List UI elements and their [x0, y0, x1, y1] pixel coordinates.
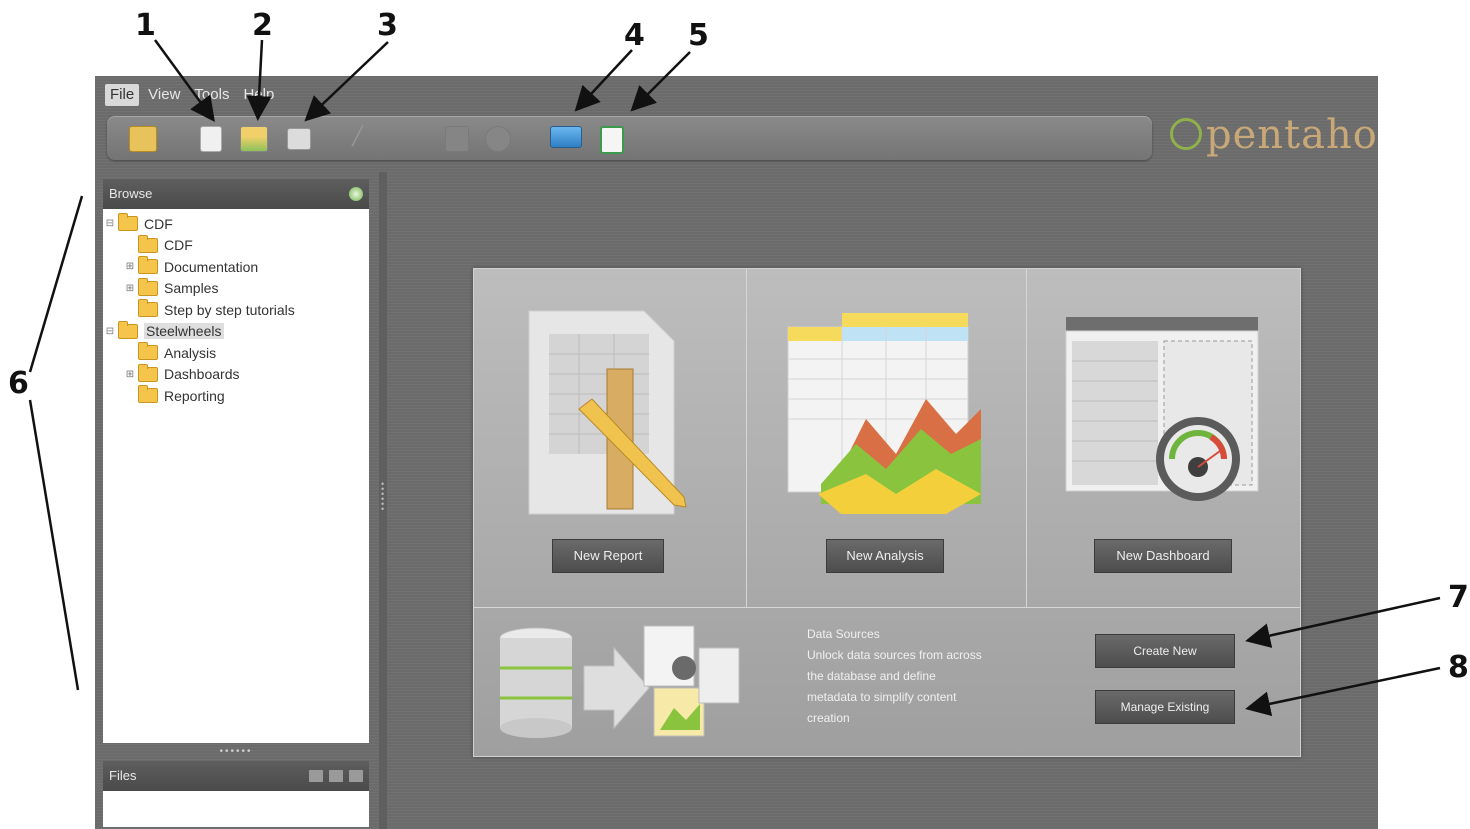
open-folder-icon[interactable] — [129, 126, 157, 152]
menu-view[interactable]: View — [143, 84, 185, 106]
callout-7: 7 — [1448, 580, 1469, 615]
collapse-icon[interactable]: ⊟ — [105, 218, 115, 229]
new-report-button[interactable]: New Report — [552, 539, 664, 573]
files-panel-header: Files — [103, 761, 369, 791]
pentaho-user-console: File View Tools Help ╱ pentaho Browse ⊟ C… — [95, 76, 1378, 829]
callout-3: 3 — [377, 8, 398, 43]
expand-icon[interactable]: ⊞ — [125, 369, 135, 380]
folder-icon — [138, 363, 158, 382]
tree-item-label: Documentation — [164, 258, 259, 275]
monitor-icon[interactable] — [550, 126, 582, 148]
schedule-icon[interactable] — [485, 126, 511, 152]
save-icon[interactable] — [445, 126, 469, 152]
files-list — [103, 791, 369, 827]
callout-8: 8 — [1448, 650, 1469, 685]
folder-icon — [138, 277, 158, 296]
tree-item-label: CDF — [144, 215, 173, 232]
callout-2: 2 — [252, 8, 273, 43]
panel-splitter[interactable]: •••••• — [103, 743, 369, 761]
new-report-icon[interactable] — [200, 126, 222, 152]
tree-item-label: Samples — [164, 280, 219, 297]
analysis-illustration — [787, 313, 981, 514]
manage-existing-button[interactable]: Manage Existing — [1095, 690, 1235, 724]
folder-icon — [118, 213, 138, 232]
new-dashboard-button[interactable]: New Dashboard — [1094, 539, 1232, 573]
folder-icon — [138, 342, 158, 361]
data-sources-area: Data Sources Unlock data sources from ac… — [474, 607, 1300, 757]
logo-text: pentaho — [1206, 112, 1378, 158]
new-analysis-icon[interactable] — [240, 126, 268, 152]
dashboard-illustration — [1065, 317, 1259, 501]
tree-item-label: Dashboards — [164, 366, 240, 383]
tree-item[interactable]: Analysis — [103, 342, 369, 364]
folder-icon — [118, 320, 138, 339]
menu-file[interactable]: File — [105, 84, 140, 106]
callout-1: 1 — [135, 8, 156, 43]
menu-tools[interactable]: Tools — [189, 84, 234, 106]
tree-item[interactable]: CDF — [103, 234, 369, 257]
report-illustration — [528, 310, 687, 515]
tree-item-label: Steelwheels — [144, 323, 224, 340]
expand-icon[interactable]: ⊞ — [125, 261, 135, 272]
new-dashboard-card: New Dashboard — [1026, 269, 1300, 607]
callout-5: 5 — [688, 18, 709, 53]
tree-item-label: Step by step tutorials — [164, 301, 295, 318]
left-panel: Browse ⊟ CDF CDF ⊞ Documentation ⊞ Samples Step… — [103, 179, 369, 829]
refresh-icon[interactable] — [349, 187, 363, 201]
edit-icon[interactable]: ╱ — [352, 126, 370, 150]
logo-swirl-icon — [1170, 118, 1202, 150]
browse-title: Browse — [109, 186, 153, 201]
folder-icon — [138, 385, 158, 404]
files-title: Files — [109, 768, 137, 783]
new-analysis-button[interactable]: New Analysis — [826, 539, 944, 573]
tree-item[interactable]: ⊞ Samples — [103, 277, 369, 300]
pentaho-logo: pentaho — [1170, 112, 1378, 158]
file-view-icons[interactable] — [309, 770, 363, 782]
data-sources-illustration — [499, 625, 740, 738]
data-sources-description: Data Sources Unlock data sources from ac… — [807, 627, 982, 725]
new-dashboard-icon[interactable] — [287, 128, 311, 150]
callout-6: 6 — [8, 366, 29, 401]
collapse-icon[interactable]: ⊟ — [105, 326, 115, 337]
tree-item[interactable]: ⊞ Dashboards — [103, 363, 369, 386]
browse-panel-header: Browse — [103, 179, 369, 209]
spreadsheet-icon[interactable] — [600, 126, 624, 154]
create-new-button[interactable]: Create New — [1095, 634, 1235, 668]
tree-item[interactable]: Step by step tutorials — [103, 299, 369, 321]
tree-item[interactable]: Reporting — [103, 385, 369, 407]
folder-icon — [138, 256, 158, 275]
expand-icon[interactable]: ⊞ — [125, 283, 135, 294]
tree-item[interactable]: ⊞ Documentation — [103, 256, 369, 278]
folder-icon — [138, 299, 158, 318]
folder-icon — [138, 234, 158, 253]
tree-item-label: Analysis — [164, 344, 217, 361]
tree-item-label: CDF — [164, 237, 193, 254]
new-analysis-card: New Analysis — [746, 269, 1027, 607]
new-report-card: New Report — [474, 269, 747, 607]
tree-item[interactable]: ⊟ CDF — [103, 213, 369, 235]
toolbar: ╱ — [107, 116, 1152, 160]
menu-help[interactable]: Help — [238, 84, 279, 106]
browse-tree: ⊟ CDF CDF ⊞ Documentation ⊞ Samples Step by ste… — [103, 209, 369, 743]
callout-4: 4 — [624, 18, 645, 53]
menu-bar: File View Tools Help — [105, 84, 279, 106]
tree-item[interactable]: ⊟ Steelwheels — [103, 320, 369, 343]
tree-item-label: Reporting — [164, 387, 225, 404]
welcome-panel: New Report New Analysis New Dashboard Da… — [473, 268, 1301, 757]
vertical-splitter[interactable]: • • • • • • — [379, 172, 387, 829]
